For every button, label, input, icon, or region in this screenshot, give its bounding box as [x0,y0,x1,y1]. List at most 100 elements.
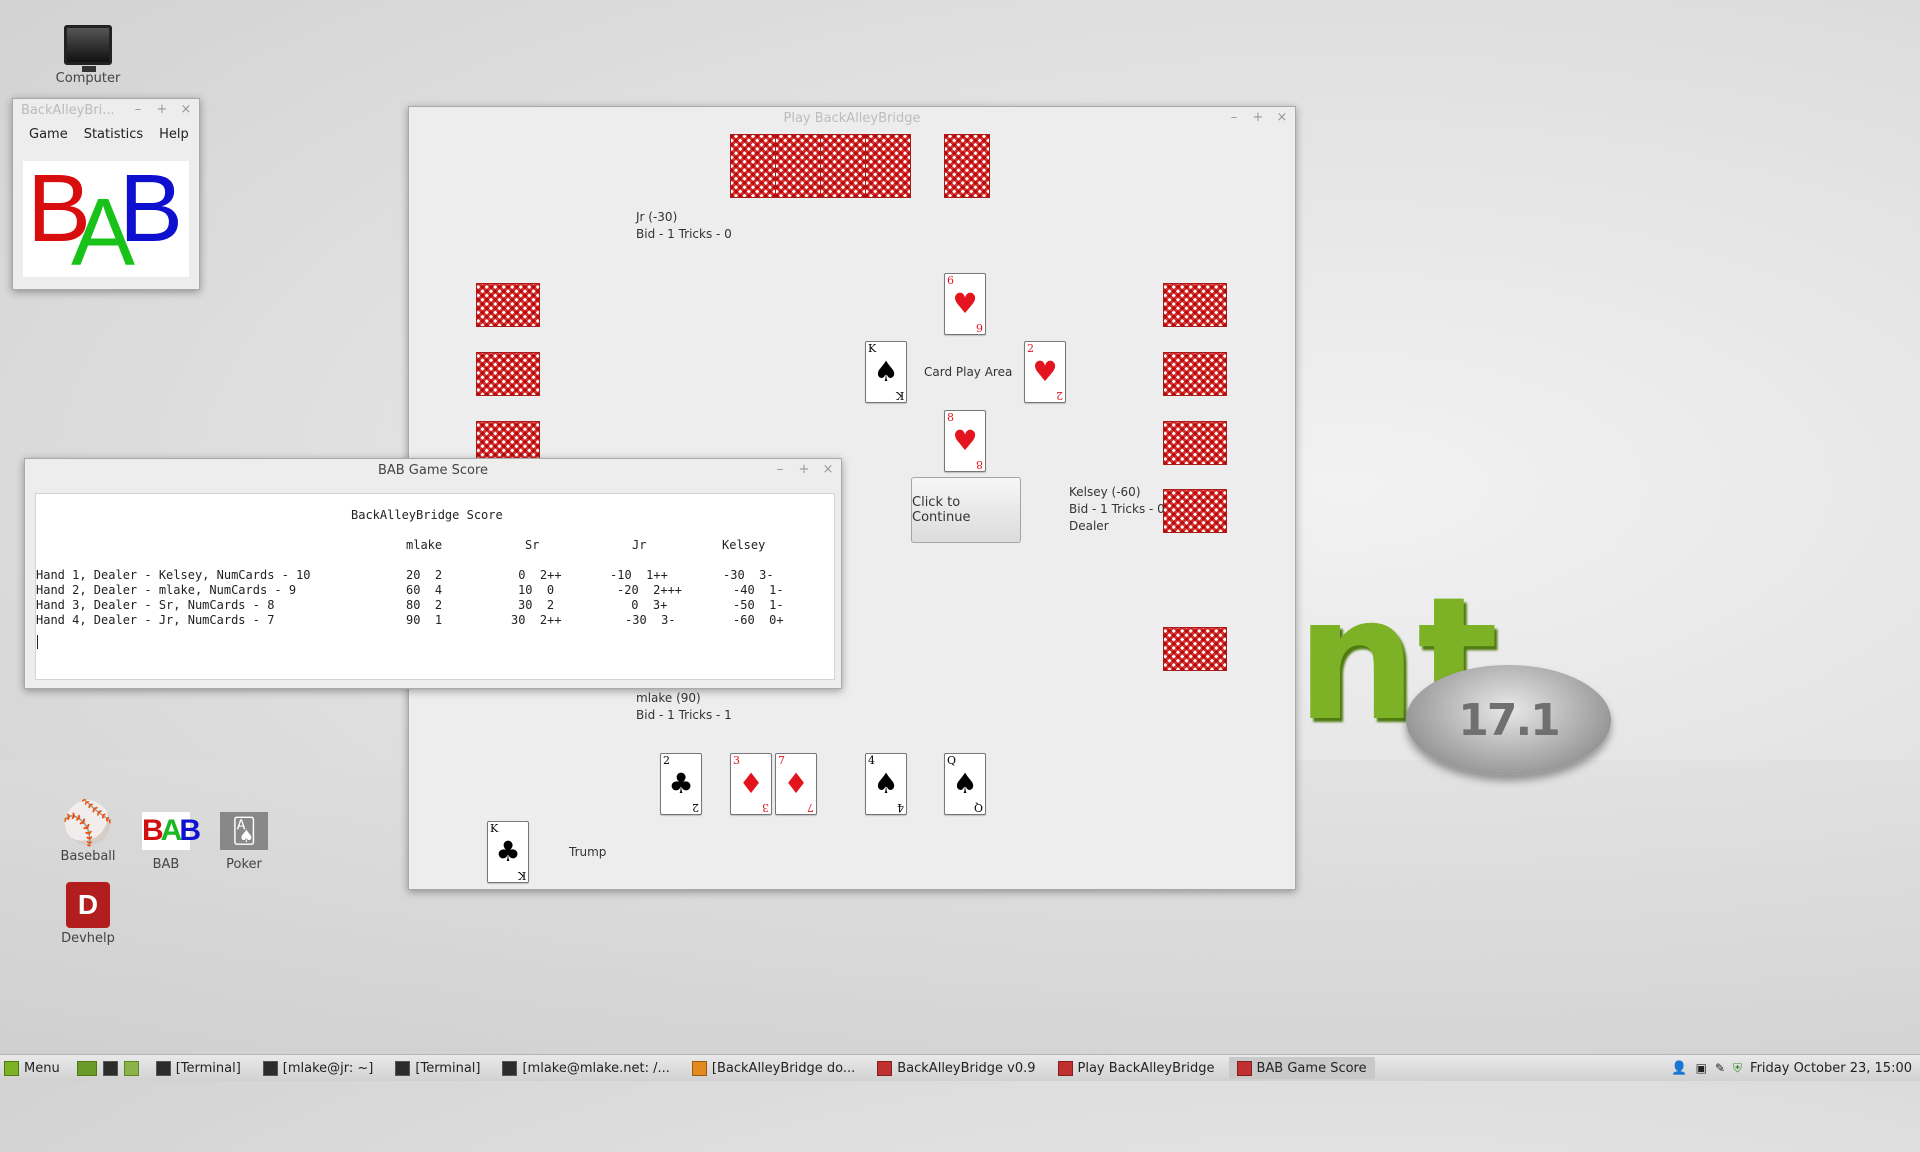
bab-menubar: Game Statistics Help [13,121,199,148]
score-cell: 90 1 [406,613,443,627]
score-cell: -20 2+++ [617,583,683,597]
app-window-icon [1236,1060,1252,1076]
play-titlebar[interactable]: Play BackAlleyBridge – + × [409,107,1295,129]
user-icon[interactable]: 👤 [1671,1061,1687,1076]
window-title: Play BackAlleyBridge [783,110,921,126]
minimize-icon[interactable]: – [773,462,787,477]
taskbar-window-item[interactable]: Play BackAlleyBridge [1050,1057,1223,1079]
hand-card[interactable]: 4 ♠ 4 [865,753,907,815]
mint-menu-icon [4,1060,19,1076]
folder-icon [123,1060,139,1076]
taskbar-window-item[interactable]: [mlake@mlake.net: /... [494,1057,677,1079]
card-back [1163,627,1227,671]
taskbar-window-item[interactable]: [Terminal] [387,1057,488,1079]
menu-help[interactable]: Help [159,127,189,142]
terminal-icon [395,1060,411,1076]
network-icon[interactable]: ▣ [1696,1061,1707,1075]
player-status: Bid - 1 Tricks - 0 [636,227,732,241]
taskbar-window-item-active[interactable]: BAB Game Score [1228,1057,1375,1079]
score-cell: -10 1++ [610,568,668,582]
score-hand-label: Hand 3, Dealer - Sr, NumCards - 8 [36,598,275,612]
minimize-icon[interactable]: – [131,102,145,117]
maximize-icon[interactable]: + [1251,110,1265,125]
card-back [1163,352,1227,396]
maximize-icon[interactable]: + [797,462,811,477]
score-column-header: mlake [406,538,443,552]
taskbar-window-item[interactable]: [mlake@jr: ~] [255,1057,382,1079]
editor-icon [691,1060,707,1076]
score-column-header: Sr [525,538,540,552]
score-cell: -50 1- [733,598,784,612]
card-back [1163,489,1227,533]
taskbar-window-item[interactable]: [BackAlleyBridge do... [684,1057,863,1079]
card-back [820,134,866,198]
terminal-launcher[interactable] [100,1057,121,1079]
score-row: Hand 2, Dealer - mlake, NumCards - 9 60 … [36,583,834,844]
score-cell: -60 0+ [733,613,784,627]
continue-button[interactable]: Click to Continue [911,477,1021,543]
score-cell: 60 4 [406,583,443,597]
card-back [944,134,990,198]
score-heading: BackAlleyBridge Score [351,508,503,522]
menu-game[interactable]: Game [29,127,68,142]
player-name: Kelsey (-60) [1069,485,1141,499]
score-titlebar[interactable]: BAB Game Score – + × [25,459,841,481]
window-title: BackAlleyBri... [21,102,115,118]
score-text-area[interactable]: BackAlleyBridge Score mlake Sr Jr Kelsey… [35,493,835,680]
terminal-icon [502,1060,518,1076]
card-play-area-label: Card Play Area [924,365,1013,379]
menu-button[interactable]: Menu [0,1057,68,1079]
menu-statistics[interactable]: Statistics [84,127,143,142]
shield-icon[interactable]: ⛨ [1733,1061,1742,1076]
score-cell: 0 3+ [624,598,668,612]
spade-icon: ♠ [952,767,978,800]
heart-icon: ♥ [952,424,978,457]
spade-icon: ♠ [873,767,899,800]
heart-icon: ♥ [952,287,978,320]
score-hand-label: Hand 1, Dealer - Kelsey, NumCards - 10 [36,568,311,582]
score-row: Hand 1, Dealer - Kelsey, NumCards - 10 2… [36,568,834,718]
pen-icon[interactable]: ✎ [1715,1061,1725,1075]
bab-main-titlebar[interactable]: BackAlleyBri... – + × [13,99,199,121]
player-status: Bid - 1 Tricks - 0 [1069,502,1165,516]
close-icon[interactable]: × [179,102,193,117]
computer-icon [64,22,112,72]
score-cell: 0 2++ [511,568,562,582]
played-card-east: 2 ♥ 2 [1024,341,1066,403]
played-card-west: K ♠ K [865,341,907,403]
card-back [865,134,911,198]
close-icon[interactable]: × [821,462,835,477]
terminal-icon [102,1060,118,1076]
close-icon[interactable]: × [1275,110,1289,125]
taskbar: Menu [Terminal] [mlake@jr: ~] [Terminal]… [0,1054,1920,1081]
files-launcher[interactable] [121,1057,142,1079]
text-caret [37,635,38,649]
window-title: BAB Game Score [377,462,489,478]
card-back [476,283,540,327]
maximize-icon[interactable]: + [155,102,169,117]
player-east-label: Kelsey (-60) Bid - 1 Tricks - 0 Dealer [1069,484,1165,535]
taskbar-window-item[interactable]: [Terminal] [148,1057,249,1079]
hand-card[interactable]: Q ♠ Q [944,753,986,815]
score-hand-label: Hand 2, Dealer - mlake, NumCards - 9 [36,583,297,597]
desktop-icon-label: Computer [55,71,121,86]
terminal-icon [262,1060,278,1076]
score-column-header: Jr [632,538,647,552]
app-window-icon [877,1060,893,1076]
score-cell: -30 3- [723,568,774,582]
clock[interactable]: Friday October 23, 15:00 [1750,1061,1912,1076]
mint-version-badge: 17.1 [1406,665,1611,775]
score-row: Hand 3, Dealer - Sr, NumCards - 8 80 2 3… [36,598,834,970]
app-window-icon [1057,1060,1073,1076]
system-tray: 👤 ▣ ✎ ⛨ Friday October 23, 15:00 [1671,1061,1920,1076]
desktop-icon-computer[interactable]: Computer [48,22,128,86]
minimize-icon[interactable]: – [1227,110,1241,125]
score-cell: 30 2++ [511,613,562,627]
score-row: Hand 4, Dealer - Jr, NumCards - 7 90 1 3… [36,613,834,1096]
taskbar-window-item[interactable]: BackAlleyBridge v0.9 [869,1057,1043,1079]
card-back [476,352,540,396]
show-desktop-button[interactable] [74,1057,100,1079]
player-name: Jr (-30) [636,210,678,224]
score-cell: 80 2 [406,598,443,612]
card-back [775,134,821,198]
